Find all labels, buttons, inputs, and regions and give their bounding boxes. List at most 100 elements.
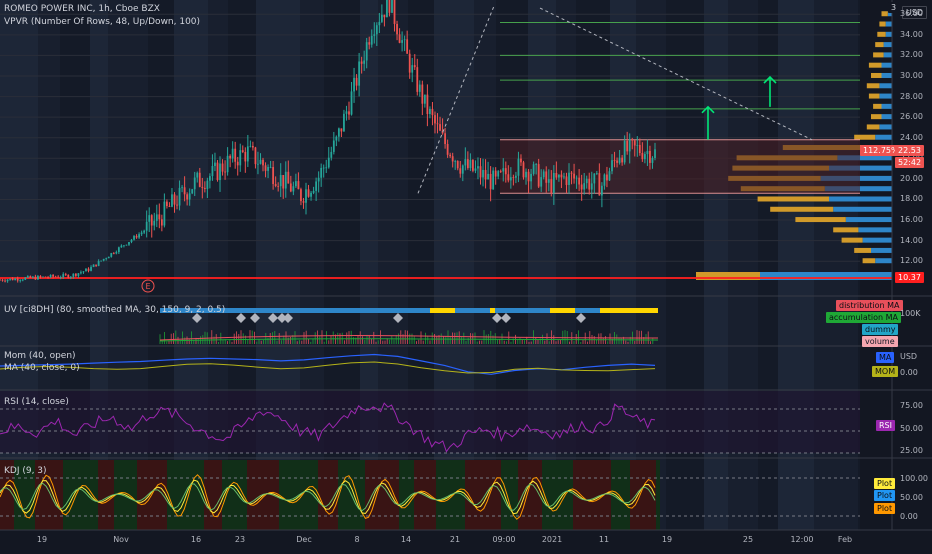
candle-body — [504, 168, 507, 175]
candle-body — [603, 174, 606, 186]
candle-body — [378, 21, 381, 26]
time-axis-label: Dec — [296, 535, 312, 544]
chart-root[interactable]: E ROMEO POWER INC, 1h, Cboe BZX VPVR (Nu… — [0, 0, 932, 550]
candle-body — [188, 193, 191, 200]
kdj-axis-50: 50.00 — [900, 493, 923, 502]
candle-body — [489, 173, 492, 190]
candle-body — [193, 177, 196, 190]
candle-body — [320, 167, 323, 178]
candle-body — [26, 276, 29, 278]
vp-down-bar — [854, 247, 871, 253]
candle-body — [560, 174, 563, 178]
candle-body — [80, 272, 82, 274]
time-axis-label: 11 — [598, 535, 610, 544]
candle-body — [297, 181, 300, 190]
symbol-legend[interactable]: ROMEO POWER INC, 1h, Cboe BZX — [4, 4, 160, 14]
candle-body — [332, 140, 335, 152]
candle-body — [416, 67, 419, 92]
time-axis-label: Feb — [837, 535, 853, 544]
candle-body — [153, 220, 156, 226]
vp-down-bar — [757, 196, 829, 202]
vp-up-bar — [883, 42, 892, 48]
kdj-band — [656, 460, 660, 530]
candle-body — [206, 180, 209, 189]
candle-body — [631, 139, 634, 141]
candle-body — [221, 163, 224, 172]
candle-body — [464, 159, 467, 166]
candle-body — [307, 189, 310, 197]
level-price-tag: 10.37 — [895, 272, 924, 283]
candle-body — [135, 236, 138, 238]
candle-body — [421, 84, 424, 104]
candle-body — [181, 187, 183, 189]
candle-body — [598, 173, 601, 196]
candle-body — [234, 148, 237, 162]
price-axis-label: 30.00 — [900, 70, 923, 80]
candle-body — [264, 165, 267, 171]
candle-body — [487, 173, 489, 180]
candle-body — [557, 174, 560, 178]
candle-body — [494, 170, 497, 177]
candle-body — [29, 276, 32, 278]
time-axis-label: 16 — [190, 535, 202, 544]
time-axis-label: 23 — [234, 535, 246, 544]
candle-body — [413, 65, 416, 68]
price-axis-label: 12.00 — [900, 256, 923, 266]
ma-legend[interactable]: MA (40, close, 0) — [4, 363, 80, 373]
candle-body — [411, 65, 414, 73]
uv-axis-label: 100K — [900, 309, 921, 318]
candle-body — [186, 194, 189, 200]
candle-body — [117, 247, 120, 253]
candle-body — [502, 168, 505, 172]
kdj-legend[interactable]: KDJ (9, 3) — [4, 466, 47, 476]
candle-body — [294, 181, 297, 187]
chart-canvas[interactable]: E — [0, 0, 932, 550]
price-axis-label: 28.00 — [900, 91, 923, 101]
candle-body — [287, 171, 290, 184]
uv-state-segment — [550, 308, 575, 313]
time-axis-label: 2021 — [541, 535, 563, 544]
vpvr-legend[interactable]: VPVR (Number Of Rows, 48, Up/Down, 100) — [4, 17, 200, 27]
accumulation-ma-tag: accumulation MA — [826, 312, 901, 323]
candle-body — [327, 157, 330, 168]
ma-tag: MA — [876, 352, 895, 363]
candle-body — [196, 172, 199, 178]
vp-up-bar — [871, 247, 892, 253]
candle-body — [626, 140, 629, 152]
candle-body — [1, 279, 4, 281]
vp-up-bar — [862, 237, 892, 243]
candle-body — [431, 108, 434, 116]
candle-body — [348, 111, 350, 115]
candle-body — [211, 166, 214, 177]
candle-body — [269, 167, 272, 168]
mom-axis-label: 0.00 — [900, 368, 918, 377]
candle-body — [454, 161, 457, 162]
kdj-d-tag: Plot — [874, 490, 896, 501]
candle-body — [77, 273, 80, 276]
candle-body — [633, 140, 636, 146]
candle-body — [284, 171, 287, 189]
time-axis-label: 19 — [661, 535, 673, 544]
candle-body — [641, 152, 644, 160]
vp-down-bar — [866, 83, 880, 89]
mom-legend[interactable]: Mom (40, open) — [4, 351, 76, 361]
candle-body — [386, 0, 388, 18]
candle-body — [150, 215, 153, 226]
candle-body — [110, 253, 113, 257]
candle-body — [466, 159, 469, 168]
candle-body — [370, 35, 373, 45]
rsi-legend[interactable]: RSI (14, close) — [4, 397, 69, 407]
vp-up-bar — [879, 124, 892, 130]
kdj-axis-100: 100.00 — [900, 474, 928, 483]
candle-body — [360, 61, 363, 64]
candle-body — [95, 264, 98, 266]
candle-body — [636, 144, 639, 146]
vp-up-bar — [885, 31, 892, 37]
candle-body — [350, 91, 353, 115]
vp-up-bar — [829, 196, 892, 202]
candle-body — [201, 186, 204, 188]
candle-body — [628, 139, 631, 152]
uv-legend[interactable]: UV [ci8DH] (80, smoothed MA, 30, 150, 9,… — [4, 305, 225, 315]
candle-body — [375, 25, 378, 35]
candle-body — [16, 278, 19, 281]
